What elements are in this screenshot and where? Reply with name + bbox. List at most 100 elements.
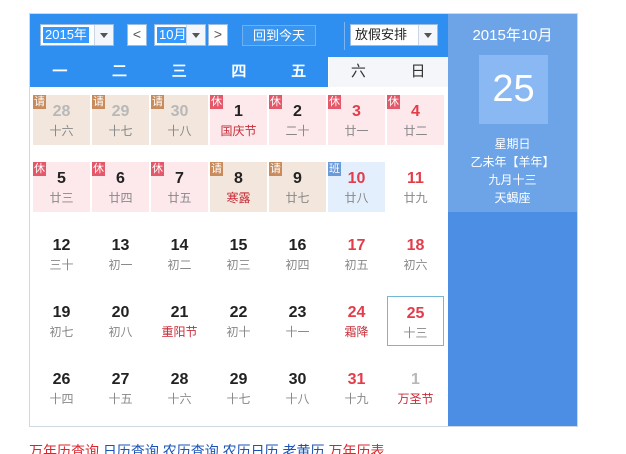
lunar-date: 廿二: [403, 124, 428, 138]
day-number: 31: [347, 371, 366, 388]
holiday-select-value: 放假安排: [355, 27, 408, 42]
day-number: 18: [406, 237, 425, 254]
detail-ganzhi: 乙未年【羊年】: [470, 155, 555, 169]
day-cell[interactable]: 26 十四: [33, 363, 90, 413]
lunar-date: 十一: [285, 325, 310, 339]
day-cell[interactable]: 休 7 廿五: [151, 162, 208, 212]
day-cell[interactable]: 28 十六: [151, 363, 208, 413]
chevron-down-icon[interactable]: [418, 25, 437, 45]
day-cell[interactable]: 24 霜降: [328, 296, 385, 346]
related-link[interactable]: 农历查询: [163, 443, 219, 454]
related-link[interactable]: 万年历查询: [29, 443, 99, 454]
day-cell[interactable]: 27 十五: [92, 363, 149, 413]
lunar-date: 初一: [108, 258, 133, 272]
month-select[interactable]: 10月: [154, 24, 206, 46]
back-to-today-button[interactable]: 回到今天: [242, 25, 316, 46]
day-cell[interactable]: 请 29 十七: [92, 95, 149, 145]
year-value: 2015年: [43, 27, 89, 43]
holiday-select[interactable]: 放假安排: [350, 24, 438, 46]
toolbar-divider: [344, 22, 345, 50]
day-number: 14: [170, 237, 189, 254]
day-cell-today[interactable]: 25 十三: [387, 296, 444, 346]
related-link[interactable]: 农历日历: [223, 443, 279, 454]
lunar-date: 初三: [226, 258, 251, 272]
next-month-button[interactable]: >: [208, 24, 228, 46]
day-cell[interactable]: 15 初三: [210, 229, 267, 279]
year-select[interactable]: 2015年: [40, 24, 114, 46]
day-cell[interactable]: 请 30 十八: [151, 95, 208, 145]
day-cell[interactable]: 休 4 廿二: [387, 95, 444, 145]
lunar-date: 十五: [108, 392, 133, 406]
day-cell[interactable]: 休 2 二十: [269, 95, 326, 145]
holiday-badge: 请: [33, 95, 46, 109]
day-number: 11: [407, 170, 424, 187]
day-cell[interactable]: 21 重阳节: [151, 296, 208, 346]
festival-label: 寒露: [226, 191, 251, 205]
day-cell[interactable]: 31 十九: [328, 363, 385, 413]
day-cell[interactable]: 休 3 廿一: [328, 95, 385, 145]
related-link[interactable]: 日历查询: [103, 443, 159, 454]
day-cell[interactable]: 11 廿九: [387, 162, 444, 212]
day-number: 16: [288, 237, 307, 254]
day-number: 28: [170, 371, 189, 388]
weekday-label: 四: [209, 57, 269, 87]
prev-month-button[interactable]: <: [127, 24, 147, 46]
festival-label: 国庆节: [220, 124, 257, 138]
day-number: 27: [111, 371, 130, 388]
lunar-date: 十八: [285, 392, 310, 406]
day-cell[interactable]: 29 十七: [210, 363, 267, 413]
day-cell[interactable]: 12 三十: [33, 229, 90, 279]
chevron-down-icon[interactable]: [94, 25, 113, 45]
chevron-down-icon[interactable]: [186, 25, 205, 45]
day-cell[interactable]: 19 初七: [33, 296, 90, 346]
day-detail-top: 2015年10月 25 星期日 乙未年【羊年】 九月十三 天蝎座: [448, 14, 577, 212]
weekday-label: 二: [89, 57, 150, 87]
festival-label: 万圣节: [397, 392, 434, 406]
month-value: 10月: [157, 27, 189, 43]
lunar-date: 廿九: [403, 191, 428, 205]
related-links: 万年历查询 日历查询 农历查询 农历日历 老黄历 万年历表: [29, 441, 384, 454]
day-number: 13: [111, 237, 130, 254]
calendar-widget: 2015年 < 10月 > 回到今天 放假安排 一二三四五六日 请 28 十六请 29…: [29, 13, 578, 427]
day-cell[interactable]: 30 十八: [269, 363, 326, 413]
festival-label: 霜降: [344, 325, 369, 339]
day-cell[interactable]: 20 初八: [92, 296, 149, 346]
day-cell[interactable]: 请 8 寒露: [210, 162, 267, 212]
weekday-label: 三: [149, 57, 210, 87]
day-cell[interactable]: 14 初二: [151, 229, 208, 279]
day-cell[interactable]: 休 6 廿四: [92, 162, 149, 212]
holiday-badge: 请: [151, 95, 164, 109]
day-cell[interactable]: 13 初一: [92, 229, 149, 279]
related-link[interactable]: 老黄历: [283, 443, 325, 454]
lunar-date: 廿三: [49, 191, 74, 205]
lunar-date: 初七: [49, 325, 74, 339]
lunar-date: 廿八: [344, 191, 369, 205]
day-cell[interactable]: 请 28 十六: [33, 95, 90, 145]
holiday-badge: 班: [328, 162, 341, 176]
calendar-toolbar: 2015年 < 10月 > 回到今天 放假安排: [30, 14, 448, 57]
holiday-badge: 休: [387, 95, 400, 109]
day-cell[interactable]: 班 10 廿八: [328, 162, 385, 212]
day-cell[interactable]: 1 万圣节: [387, 363, 444, 413]
day-cell[interactable]: 休 1 国庆节: [210, 95, 267, 145]
related-link[interactable]: 万年历表: [328, 443, 384, 454]
detail-month-title: 2015年10月: [472, 27, 553, 44]
day-cell[interactable]: 18 初六: [387, 229, 444, 279]
day-number: 24: [347, 304, 366, 321]
day-cell[interactable]: 22 初十: [210, 296, 267, 346]
day-cell[interactable]: 休 5 廿三: [33, 162, 90, 212]
day-cell[interactable]: 16 初四: [269, 229, 326, 279]
lunar-date: 初四: [285, 258, 310, 272]
lunar-date: 十七: [108, 124, 133, 138]
day-cell[interactable]: 17 初五: [328, 229, 385, 279]
weekday-label: 日: [388, 57, 448, 87]
day-number: 29: [229, 371, 248, 388]
detail-big-day: 25: [479, 55, 548, 124]
lunar-date: 初十: [226, 325, 251, 339]
weekday-label: 一: [30, 57, 90, 87]
lunar-date: 廿一: [344, 124, 369, 138]
day-cell[interactable]: 23 十一: [269, 296, 326, 346]
lunar-date: 十六: [49, 124, 74, 138]
day-cell[interactable]: 请 9 廿七: [269, 162, 326, 212]
lunar-date: 十七: [226, 392, 251, 406]
